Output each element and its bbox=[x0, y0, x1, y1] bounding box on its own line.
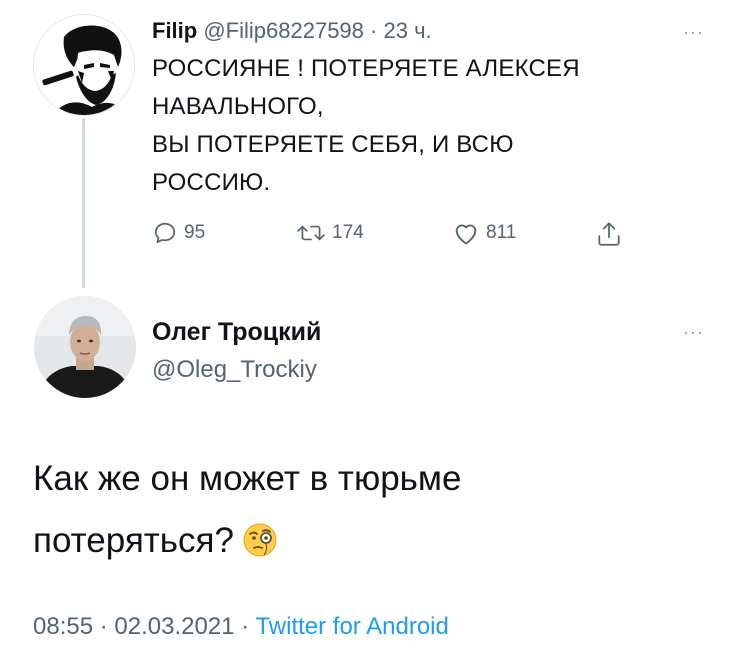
more-options-button[interactable]: ··· bbox=[683, 322, 704, 343]
like-count: 811 bbox=[486, 222, 517, 243]
avatar[interactable] bbox=[33, 14, 135, 116]
share-icon bbox=[598, 222, 620, 246]
tweet-text-line: потеряться? bbox=[33, 510, 713, 572]
tweet-text-line: РОССИЯНЕ ! ПОТЕРЯЕТЕ АЛЕКСЕЯ bbox=[152, 55, 580, 82]
reply-icon bbox=[154, 222, 176, 244]
tweet-text-line: РОССИЮ. bbox=[152, 169, 271, 196]
avatar[interactable] bbox=[34, 296, 136, 398]
avatar-photo-image bbox=[34, 296, 136, 398]
separator: · bbox=[241, 613, 250, 640]
share-button[interactable] bbox=[596, 220, 622, 248]
tweet-text-line: НАВАЛЬНОГО, bbox=[152, 93, 324, 120]
separator: · bbox=[99, 613, 108, 640]
retweet-button[interactable]: 174 bbox=[296, 220, 364, 246]
tweet-text-segment: потеряться? bbox=[33, 521, 234, 560]
thread-line bbox=[82, 118, 85, 288]
author-handle[interactable]: @Filip68227598 bbox=[203, 18, 364, 43]
tweet-text-line: ВЫ ПОТЕРЯЕТЕ СЕБЯ, И ВСЮ bbox=[152, 131, 514, 158]
tweet-metadata: 08:55 · 02.03.2021 · Twitter for Android bbox=[33, 613, 449, 641]
tweet-text-line: Как же он может в тюрьме bbox=[33, 459, 462, 498]
reply-button[interactable]: 95 bbox=[152, 220, 205, 246]
parent-tweet-header: Filip @Filip68227598 · 23 ч. bbox=[152, 18, 432, 44]
retweet-icon bbox=[297, 225, 325, 241]
retweet-count: 174 bbox=[332, 222, 364, 243]
more-options-button[interactable]: ··· bbox=[683, 22, 704, 43]
tweet-date[interactable]: 02.03.2021 bbox=[114, 613, 234, 640]
heart-icon bbox=[455, 224, 477, 245]
separator: · bbox=[370, 18, 378, 43]
reply-count: 95 bbox=[184, 222, 206, 243]
tweet-time[interactable]: 08:55 bbox=[33, 613, 93, 640]
author-name[interactable]: Олег Троцкий bbox=[152, 318, 321, 347]
face-with-monocle-icon bbox=[242, 516, 278, 557]
avatar-portrait-image bbox=[34, 15, 134, 115]
client-link[interactable]: Twitter for Android bbox=[255, 613, 448, 640]
author-name[interactable]: Filip bbox=[152, 18, 197, 43]
like-button[interactable]: 811 bbox=[452, 220, 516, 246]
parent-tweet-text: РОССИЯНЕ ! ПОТЕРЯЕТЕ АЛЕКСЕЯ НАВАЛЬНОГО,… bbox=[152, 50, 672, 202]
author-handle[interactable]: @Oleg_Trockiy bbox=[152, 356, 317, 384]
main-tweet-text: Как же он может в тюрьме потеряться? bbox=[33, 448, 713, 572]
tweet-time[interactable]: 23 ч. bbox=[383, 18, 431, 43]
